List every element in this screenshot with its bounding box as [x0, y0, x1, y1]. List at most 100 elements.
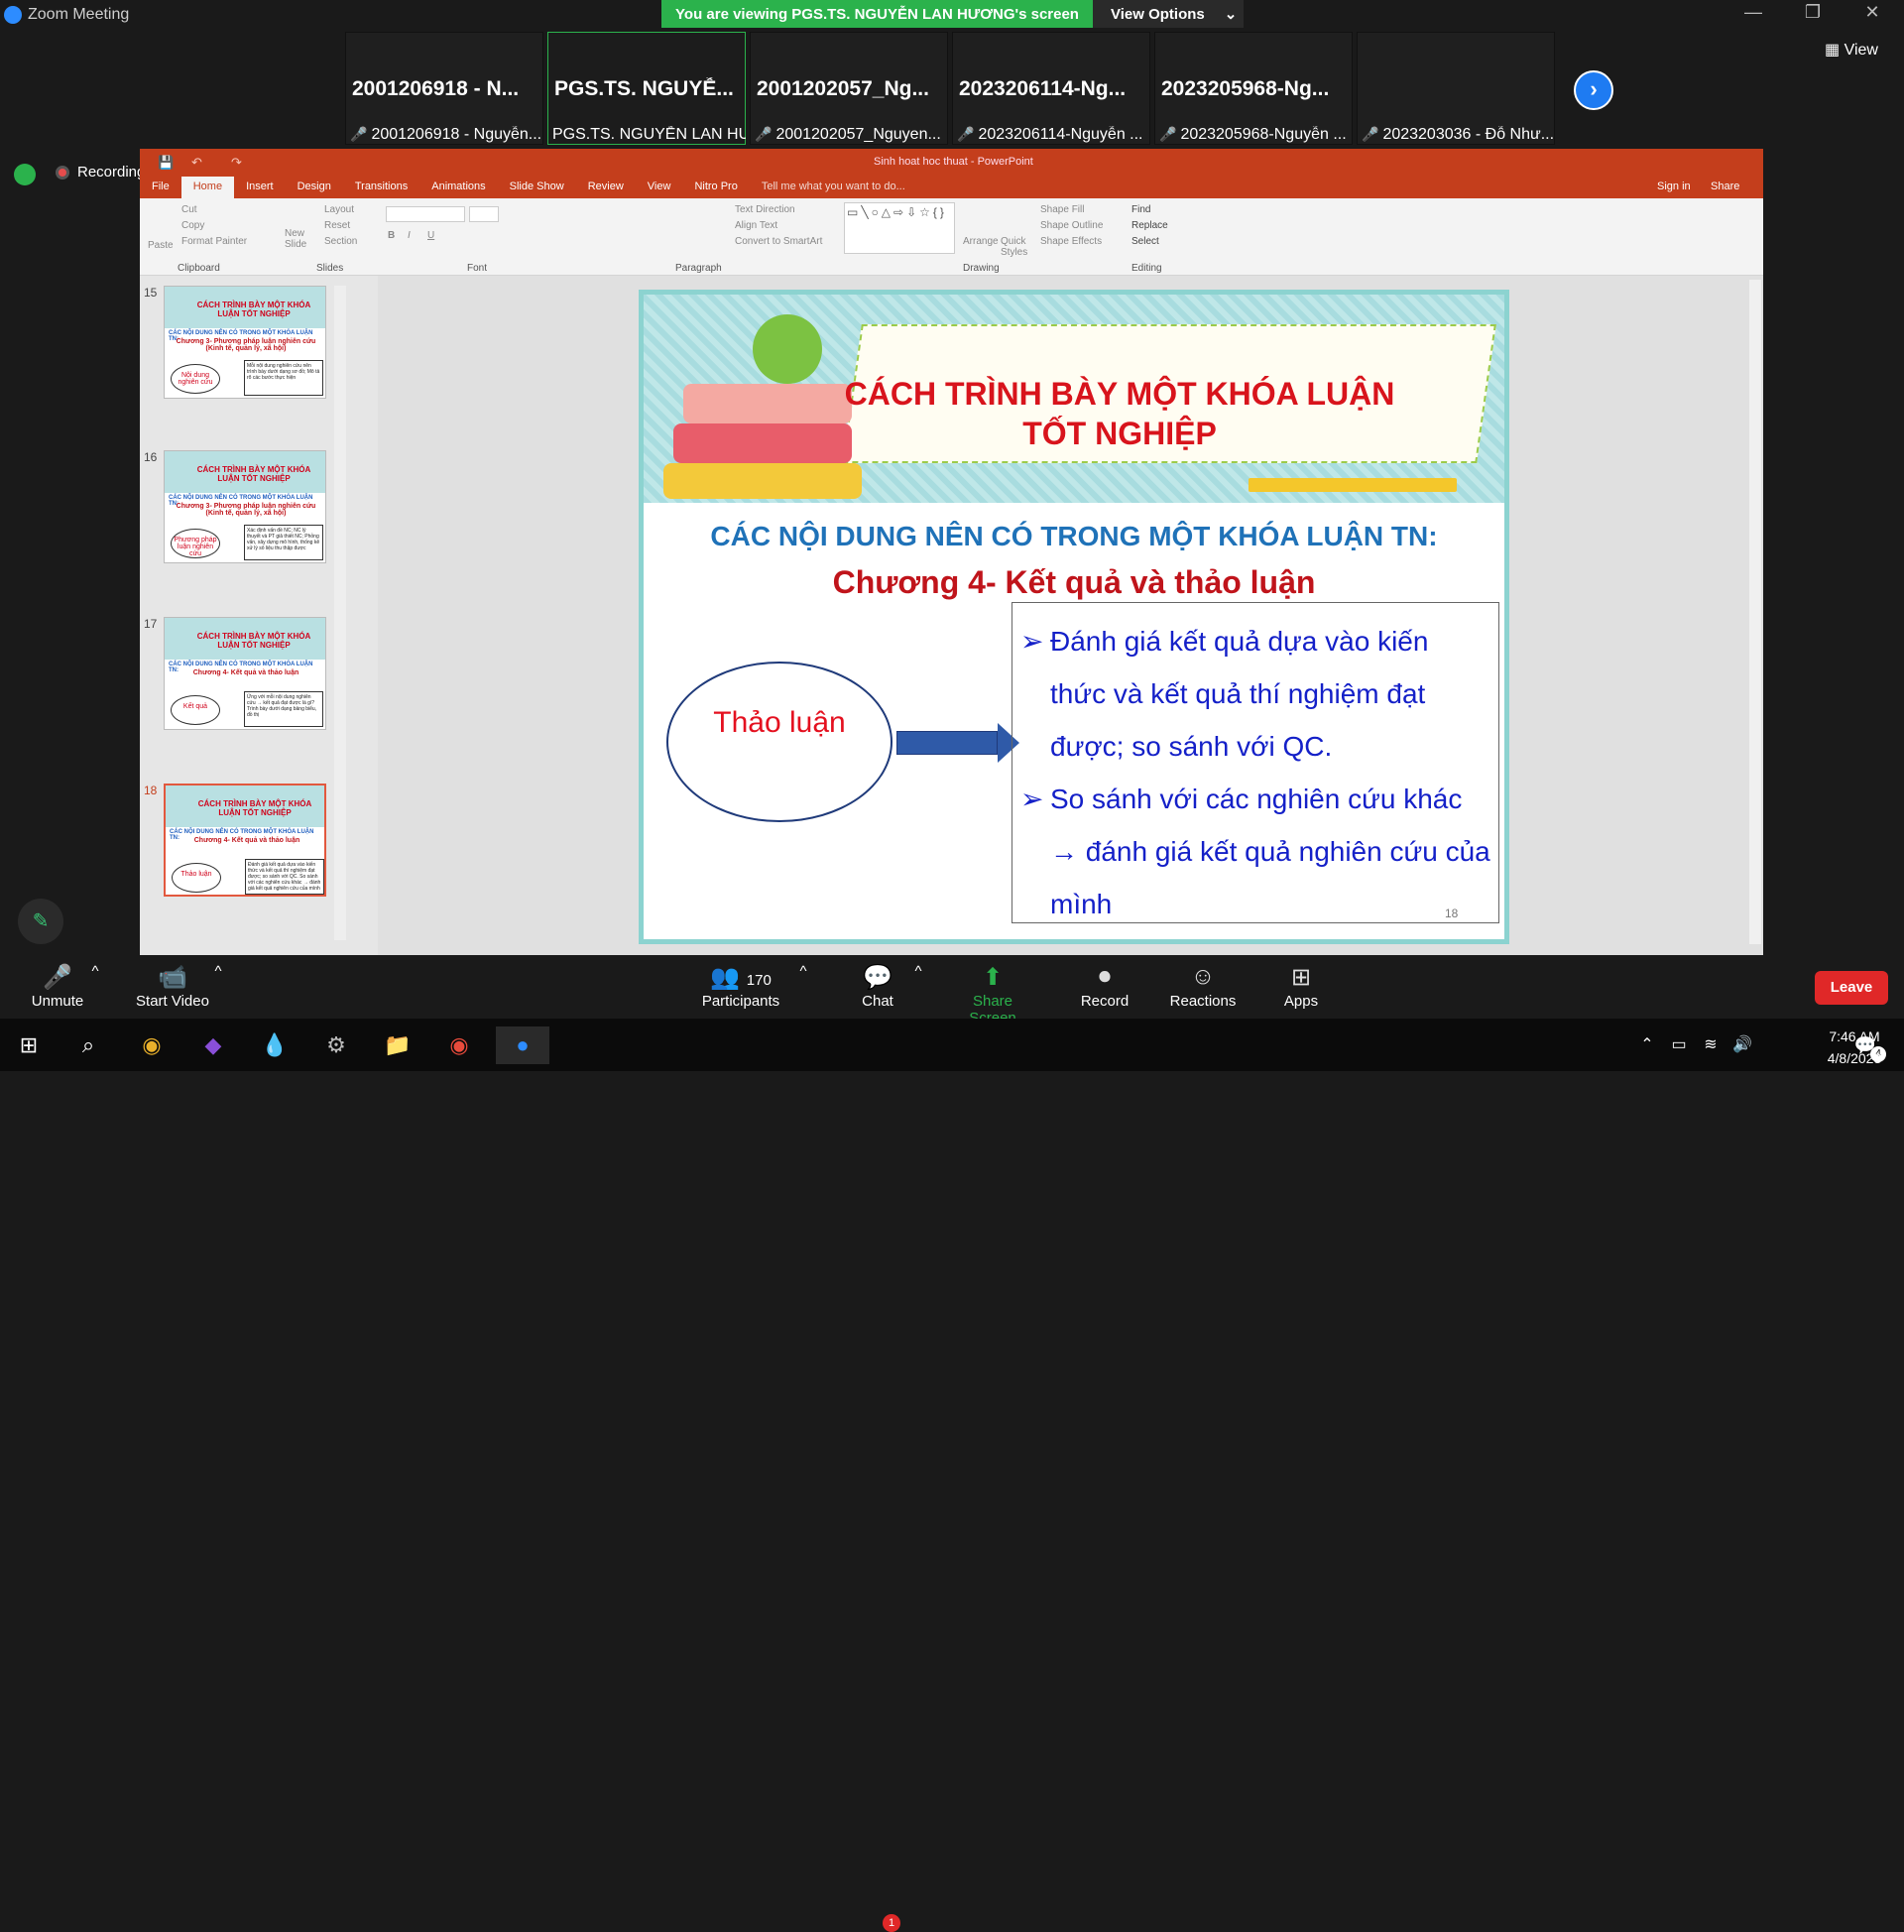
reset-button[interactable]: Reset [324, 220, 350, 231]
view-button[interactable]: ▦ View [1825, 40, 1878, 60]
volume-icon[interactable]: 🔊 [1722, 1026, 1763, 1064]
apps-button[interactable]: ⊞ Apps [1281, 963, 1321, 1010]
font-family-select[interactable] [386, 206, 465, 222]
chat-chevron-icon[interactable]: ^ [912, 963, 924, 980]
reactions-button[interactable]: ☺ Reactions [1168, 963, 1238, 1010]
main-scrollbar[interactable] [1749, 280, 1761, 944]
slide-thumbnail[interactable]: CÁCH TRÌNH BÀY MỘT KHÓA LUẬN TỐT NGHIỆP … [164, 286, 326, 399]
system-clock[interactable]: 7:46 AM 4/8/2023 [1815, 1026, 1894, 1069]
ppt-document-title: Sinh hoat hoc thuat - PowerPoint [874, 156, 1033, 168]
italic-icon[interactable]: I [408, 230, 411, 241]
windows-start-icon[interactable]: ⊞ [8, 1026, 50, 1064]
video-options-chevron-icon[interactable]: ^ [212, 963, 224, 980]
participant-tile[interactable]: 2001202057_Ng... 🎤 2001202057_Nguyen... [750, 32, 948, 145]
participants-label: Participants [701, 993, 780, 1010]
unmute-button[interactable]: 🎤 Unmute [26, 963, 89, 1010]
undo-icon[interactable]: ↶ [191, 155, 202, 171]
tab-transitions[interactable]: Transitions [343, 177, 419, 198]
start-video-button[interactable]: 📹 Start Video [131, 963, 214, 1010]
participants-button[interactable]: 👥 170 Participants [698, 963, 783, 1010]
cut-button[interactable]: Cut [181, 204, 197, 215]
close-icon[interactable]: ✕ [1852, 2, 1892, 26]
tab-file[interactable]: File [140, 177, 181, 198]
tell-me-search[interactable]: Tell me what you want to do... [750, 177, 917, 198]
tab-review[interactable]: Review [576, 177, 636, 198]
copy-button[interactable]: Copy [181, 220, 204, 231]
recording-label: Recording [77, 164, 146, 181]
next-page-icon[interactable]: › [1574, 70, 1613, 110]
slide-thumbnail-selected[interactable]: CÁCH TRÌNH BÀY MỘT KHÓA LUẬN TỐT NGHIỆP … [164, 784, 326, 897]
participant-tile[interactable]: 2001206918 - N... 🎤 2001206918 - Nguyễn..… [345, 32, 543, 145]
audio-options-chevron-icon[interactable]: ^ [89, 963, 101, 980]
chrome-profile-icon[interactable]: ◉ [438, 1026, 480, 1064]
shape-effects-button[interactable]: Shape Effects [1040, 236, 1102, 247]
tab-animations[interactable]: Animations [419, 177, 497, 198]
participant-strip: 2001206918 - N... 🎤 2001206918 - Nguyễn..… [345, 30, 1560, 147]
shape-fill-button[interactable]: Shape Fill [1040, 204, 1084, 215]
paste-button[interactable]: Paste [148, 240, 174, 251]
chrome-icon[interactable]: ◉ [131, 1026, 173, 1064]
participant-label: 2023206114-Nguyễn ... [978, 126, 1143, 143]
convert-smartart-button[interactable]: Convert to SmartArt [735, 236, 822, 247]
chat-button[interactable]: 💬 Chat [853, 963, 902, 1010]
text-direction-button[interactable]: Text Direction [735, 204, 795, 215]
participant-tile[interactable]: 2023205968-Ng... 🎤 2023205968-Nguyễn ... [1154, 32, 1353, 145]
apple-illustration [753, 314, 822, 384]
participant-tile-active[interactable]: PGS.TS. NGUYỄ... PGS.TS. NGUYỄN LAN HƯ..… [547, 32, 746, 145]
chevron-down-icon: ⌄ [1224, 6, 1238, 23]
tab-design[interactable]: Design [286, 177, 343, 198]
new-slide-button[interactable]: New Slide [285, 228, 314, 250]
view-options-button[interactable]: View Options ⌄ [1093, 0, 1244, 28]
slide-thumbnail[interactable]: CÁCH TRÌNH BÀY MỘT KHÓA LUẬN TỐT NGHIỆP … [164, 617, 326, 730]
file-explorer-icon[interactable]: 📁 [377, 1026, 418, 1064]
share-screen-button[interactable]: ⬆Share Screen [948, 963, 1037, 1026]
thumbnail-scrollbar[interactable] [334, 286, 346, 940]
chat-badge: 1 [883, 1914, 900, 1932]
view-label: View [1844, 42, 1878, 59]
participant-tile[interactable]: 🎤 2023203036 - Đỗ Như... [1357, 32, 1555, 145]
sign-in-link[interactable]: Sign in [1657, 181, 1691, 192]
visual-studio-icon[interactable]: ◆ [192, 1026, 234, 1064]
recording-indicator[interactable]: Recording [56, 164, 145, 181]
quick-styles-button[interactable]: Quick Styles [1001, 236, 1034, 258]
align-text-button[interactable]: Align Text [735, 220, 777, 231]
steam-icon[interactable]: ⚙ [315, 1026, 357, 1064]
tab-nitro-pro[interactable]: Nitro Pro [682, 177, 749, 198]
bullet-text: So sánh với các nghiên cứu khác → đánh g… [1050, 784, 1490, 919]
format-painter-button[interactable]: Format Painter [181, 236, 247, 247]
redo-icon[interactable]: ↷ [231, 155, 242, 171]
section-button[interactable]: Section [324, 236, 357, 247]
layout-button[interactable]: Layout [324, 204, 354, 215]
current-slide: CÁCH TRÌNH BÀY MỘT KHÓA LUẬN TỐT NGHIỆP … [639, 290, 1509, 944]
record-button[interactable]: ⏺ Record [1077, 963, 1132, 1010]
shapes-gallery[interactable]: ▭╲○△⇨⇩☆{} [844, 202, 955, 254]
tab-slide-show[interactable]: Slide Show [498, 177, 576, 198]
security-shield-icon[interactable] [14, 164, 36, 185]
search-icon[interactable]: ⌕ [67, 1026, 109, 1064]
participants-chevron-icon[interactable]: ^ [797, 963, 809, 980]
underline-icon[interactable]: U [427, 230, 434, 241]
arrange-button[interactable]: Arrange [963, 236, 999, 247]
find-button[interactable]: Find [1131, 204, 1150, 215]
save-icon[interactable]: 💾 [158, 155, 174, 171]
tab-insert[interactable]: Insert [234, 177, 286, 198]
ppt-share-button[interactable]: Share [1711, 181, 1739, 192]
bold-icon[interactable]: B [388, 230, 395, 241]
annotate-pencil-icon[interactable]: ✎ [18, 899, 63, 944]
participant-tile[interactable]: 2023206114-Ng... 🎤 2023206114-Nguyễn ... [952, 32, 1150, 145]
app-drop-icon[interactable]: 💧 [254, 1026, 296, 1064]
slide-title: CÁCH TRÌNH BÀY MỘT KHÓA LUẬN TỐT NGHIỆP [844, 376, 1395, 451]
shape-outline-button[interactable]: Shape Outline [1040, 220, 1103, 231]
zoom-taskbar-icon[interactable]: ● [496, 1026, 549, 1064]
slide-thumbnail[interactable]: CÁCH TRÌNH BÀY MỘT KHÓA LUẬN TỐT NGHIỆP … [164, 450, 326, 563]
replace-button[interactable]: Replace [1131, 220, 1168, 231]
tab-home[interactable]: Home [180, 177, 235, 198]
minimize-icon[interactable]: — [1733, 2, 1773, 26]
leave-button[interactable]: Leave [1815, 971, 1888, 1005]
select-button[interactable]: Select [1131, 236, 1159, 247]
font-size-select[interactable] [469, 206, 499, 222]
font-group-label: Font [467, 263, 488, 274]
viewing-banner: You are viewing PGS.TS. NGUYỄN LAN HƯƠNG… [661, 0, 1093, 28]
restore-icon[interactable]: ❐ [1793, 2, 1833, 26]
tab-view[interactable]: View [636, 177, 683, 198]
